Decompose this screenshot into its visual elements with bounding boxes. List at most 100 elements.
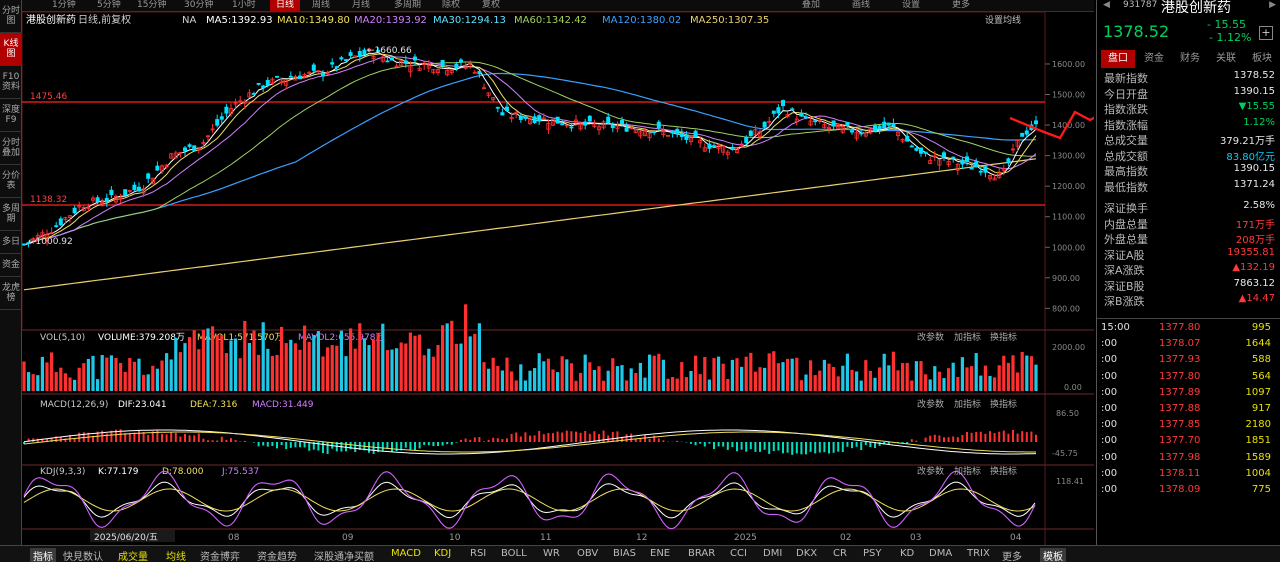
ma10-line — [23, 53, 1037, 246]
tab-cci[interactable]: CCI — [730, 548, 747, 559]
kdj-change-params-button[interactable]: 改参数 — [917, 465, 944, 477]
tab-dkx[interactable]: DKX — [796, 548, 817, 559]
add-watchlist-icon[interactable]: + — [1259, 26, 1273, 40]
volume-bar — [215, 334, 219, 391]
kdj-switch-indicator-button[interactable]: 换指标 — [990, 465, 1017, 477]
left-tab-dragon-tiger[interactable]: 龙虎榜 — [0, 277, 22, 310]
period-1hour[interactable]: 1小时 — [232, 0, 256, 12]
volume-bar — [358, 323, 362, 391]
period-weekly[interactable]: 周线 — [312, 0, 330, 12]
candle-body — [560, 123, 565, 126]
tab-capital-game[interactable]: 资金博弈 — [200, 548, 240, 562]
vol-add-indicator-button[interactable]: 加指标 — [954, 331, 981, 343]
tab-kdj[interactable]: KDJ — [434, 548, 451, 559]
macd-bar — [777, 442, 780, 451]
volume-bar — [1029, 356, 1033, 391]
period-30min[interactable]: 30分钟 — [184, 0, 213, 12]
macd-bar — [901, 442, 904, 443]
tab-ene[interactable]: ENE — [650, 548, 670, 559]
rtab-related[interactable]: 关联 — [1209, 50, 1243, 68]
period-1min[interactable]: 1分钟 — [52, 0, 76, 12]
back-arrow-icon[interactable]: ◀ — [1103, 0, 1110, 10]
left-tab-overlay[interactable]: 分时叠加 — [0, 132, 22, 165]
ma-settings-button[interactable]: 设置均线 — [985, 14, 1021, 26]
left-tab-timeshare[interactable]: 分时图 — [0, 0, 22, 33]
tab-cr[interactable]: CR — [833, 548, 847, 559]
tab-trix[interactable]: TRIX — [967, 548, 990, 559]
period-multi[interactable]: 多周期 — [394, 0, 421, 12]
tab-more[interactable]: 更多 — [1002, 548, 1022, 562]
volume-bar — [813, 375, 817, 391]
tab-macd[interactable]: MACD — [391, 548, 421, 559]
macd-bar — [478, 436, 481, 442]
volume-bar — [1025, 355, 1029, 391]
left-tab-multi-day[interactable]: 多日 — [0, 231, 22, 254]
left-tab-kline[interactable]: K线图 — [0, 33, 22, 66]
volume-bar — [703, 356, 707, 391]
volume-bar — [993, 377, 997, 391]
kdj-add-indicator-button[interactable]: 加指标 — [954, 465, 981, 477]
adjust-button[interactable]: 复权 — [482, 0, 500, 12]
tab-indicator[interactable]: 指标 — [30, 548, 56, 562]
settings-button[interactable]: 设置 — [902, 0, 920, 12]
volume-bar — [408, 332, 412, 391]
tab-wr[interactable]: WR — [543, 548, 560, 559]
macd-bar — [961, 435, 964, 442]
tick-vol: 564 — [1251, 370, 1271, 382]
tab-quick[interactable]: 快見数认 — [63, 548, 103, 562]
period-monthly[interactable]: 月线 — [352, 0, 370, 12]
tab-bias[interactable]: BIAS — [613, 548, 636, 559]
vol-switch-indicator-button[interactable]: 换指标 — [990, 331, 1017, 343]
left-tab-multi-period[interactable]: 多周期 — [0, 198, 22, 231]
tab-kd[interactable]: KD — [900, 548, 914, 559]
left-tab-depth[interactable]: 深度F9 — [0, 99, 22, 132]
macd-bar — [510, 433, 513, 442]
macd-change-params-button[interactable]: 改参数 — [917, 398, 944, 410]
left-tab-capital[interactable]: 资金 — [0, 254, 22, 277]
forward-arrow-icon[interactable]: ▶ — [1269, 0, 1276, 10]
period-5min[interactable]: 5分钟 — [97, 0, 121, 12]
exright-button[interactable]: 除权 — [442, 0, 460, 12]
macd-bar — [565, 430, 568, 442]
rtab-finance[interactable]: 财务 — [1173, 50, 1207, 68]
quote-value: 1.12% — [1243, 116, 1275, 128]
candle-body — [1034, 120, 1039, 125]
macd-bar — [257, 442, 260, 447]
tab-obv[interactable]: OBV — [577, 548, 598, 559]
draw-line-button[interactable]: 画线 — [852, 0, 870, 12]
tab-volume[interactable]: 成交量 — [118, 548, 148, 562]
tab-psy[interactable]: PSY — [863, 548, 882, 559]
overlay-button[interactable]: 叠加 — [802, 0, 820, 12]
candle-body — [813, 120, 818, 123]
tab-ma[interactable]: 均线 — [166, 548, 186, 562]
macd-bar — [938, 435, 941, 442]
macd-bar — [179, 436, 182, 442]
candle-body — [886, 122, 891, 126]
more-button[interactable]: 更多 — [952, 0, 970, 12]
left-tab-price-table[interactable]: 分价表 — [0, 165, 22, 198]
period-daily[interactable]: 日线 — [270, 0, 301, 12]
tab-capital-trend[interactable]: 资金趋势 — [257, 548, 297, 562]
vol-change-params-button[interactable]: 改参数 — [917, 331, 944, 343]
volume-bar — [188, 337, 192, 391]
tab-northbound[interactable]: 深股通净买额 — [314, 548, 374, 562]
candle-body — [583, 121, 588, 126]
macd-add-indicator-button[interactable]: 加指标 — [954, 398, 981, 410]
tab-rsi[interactable]: RSI — [470, 548, 486, 559]
tab-boll[interactable]: BOLL — [501, 548, 527, 559]
left-tab-f10[interactable]: F10资料 — [0, 66, 22, 99]
tab-brar[interactable]: BRAR — [688, 548, 715, 559]
candle-body — [334, 66, 339, 69]
tab-dma[interactable]: DMA — [929, 548, 952, 559]
volume-bar — [997, 365, 1001, 391]
tick-vol: 775 — [1251, 484, 1271, 495]
tab-dmi[interactable]: DMI — [763, 548, 782, 559]
macd-switch-indicator-button[interactable]: 换指标 — [990, 398, 1017, 410]
period-15min[interactable]: 15分钟 — [137, 0, 166, 12]
kline-chart[interactable]: 1600.001500.001400.001300.001200.001100.… — [22, 12, 1094, 545]
rtab-sector[interactable]: 板块 — [1245, 50, 1279, 68]
rtab-capital[interactable]: 资金 — [1137, 50, 1171, 68]
volume-bar — [850, 369, 854, 391]
tab-template[interactable]: 模板 — [1040, 548, 1066, 562]
rtab-handicap[interactable]: 盘口 — [1101, 50, 1135, 68]
